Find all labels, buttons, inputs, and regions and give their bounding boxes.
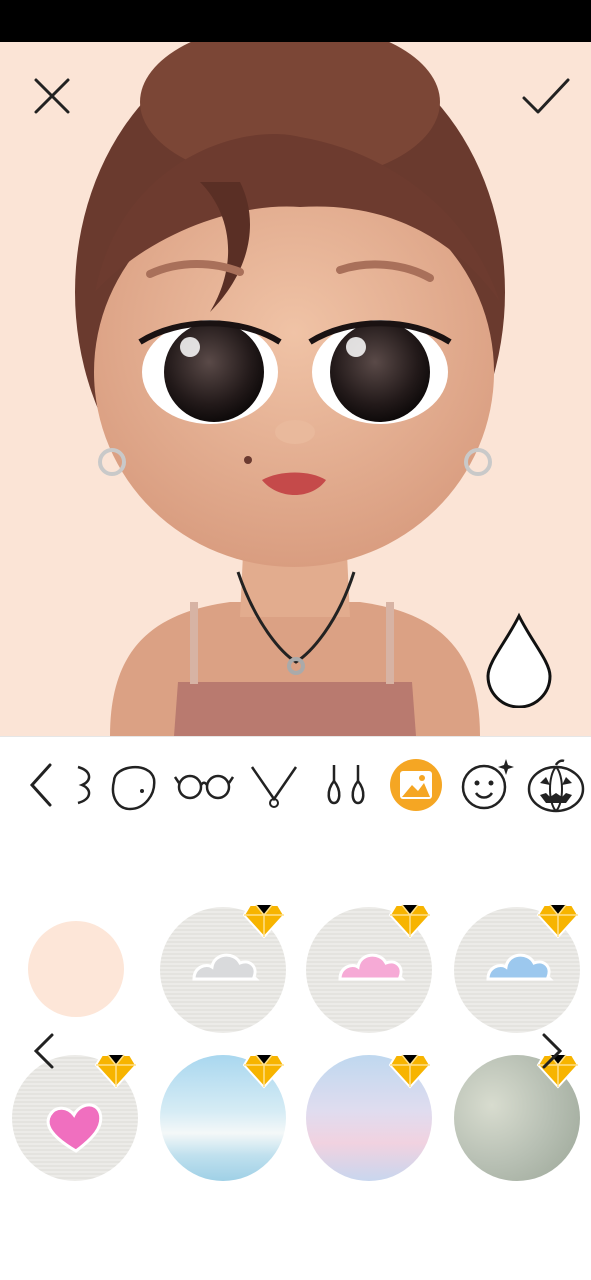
premium-gem-icon: [388, 1053, 432, 1089]
chevron-right-icon[interactable]: [536, 1031, 566, 1071]
chevron-left-icon[interactable]: [30, 1031, 60, 1071]
premium-gem-icon: [536, 903, 580, 939]
avatar-canvas: [0, 42, 591, 736]
premium-gem-icon: [388, 903, 432, 939]
background-option-solid-peach[interactable]: [28, 921, 124, 1017]
premium-gem-icon: [94, 1053, 138, 1089]
background-options: [0, 831, 591, 1280]
glasses-icon[interactable]: [174, 757, 234, 813]
face-shape-icon[interactable]: [104, 757, 160, 813]
premium-gem-icon: [242, 1053, 286, 1089]
premium-gem-icon: [242, 903, 286, 939]
close-icon[interactable]: [30, 74, 74, 118]
pumpkin-icon[interactable]: [526, 757, 586, 813]
water-drop-icon[interactable]: [484, 612, 554, 709]
background-icon[interactable]: [388, 757, 444, 813]
status-bar: [0, 0, 591, 42]
earrings-icon[interactable]: [318, 757, 374, 813]
category-toolbar: [0, 736, 591, 832]
sparkle-face-icon[interactable]: [458, 757, 514, 813]
ear-icon[interactable]: [62, 757, 102, 813]
checkmark-icon[interactable]: [520, 74, 572, 118]
necklace-icon[interactable]: [246, 757, 302, 813]
